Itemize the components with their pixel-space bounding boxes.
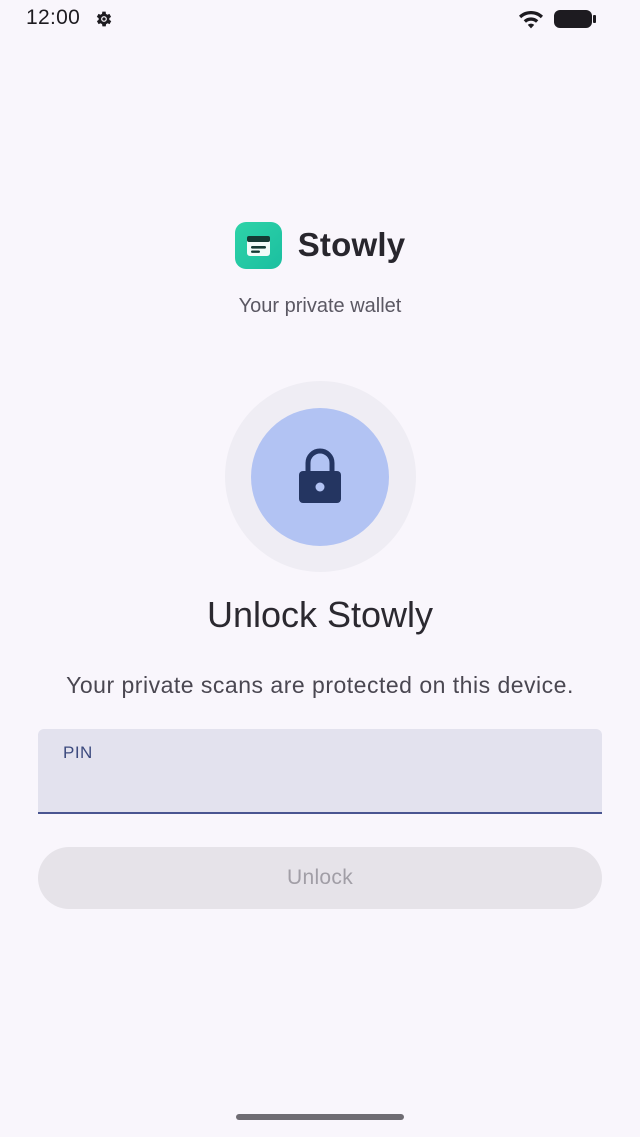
lock-badge [251, 408, 389, 546]
unlock-title: Unlock Stowly [206, 594, 434, 635]
wallet-icon [234, 221, 282, 269]
brand-header: Stowly [0, 220, 640, 270]
settings-gear-icon [94, 9, 114, 29]
app-name: Stowly [297, 226, 406, 263]
pin-label: PIN [63, 743, 93, 762]
unlock-button[interactable]: Unlock [38, 847, 602, 909]
lock-icon [299, 448, 341, 503]
status-bar: 12:00 [0, 0, 640, 38]
status-time: 12:00 [26, 6, 81, 29]
battery-icon [553, 9, 597, 29]
app-tagline: Your private wallet [238, 295, 402, 317]
pin-field[interactable]: PIN [38, 729, 602, 814]
home-indicator[interactable] [236, 1114, 404, 1120]
pin-input[interactable] [62, 769, 572, 803]
unlock-subtitle: Your private scans are protected on this… [66, 672, 574, 698]
lock-illustration [225, 381, 416, 572]
wifi-icon [518, 9, 544, 29]
unlock-screen: 12:00 Stowly Your private wallet Unlock … [0, 0, 640, 1137]
